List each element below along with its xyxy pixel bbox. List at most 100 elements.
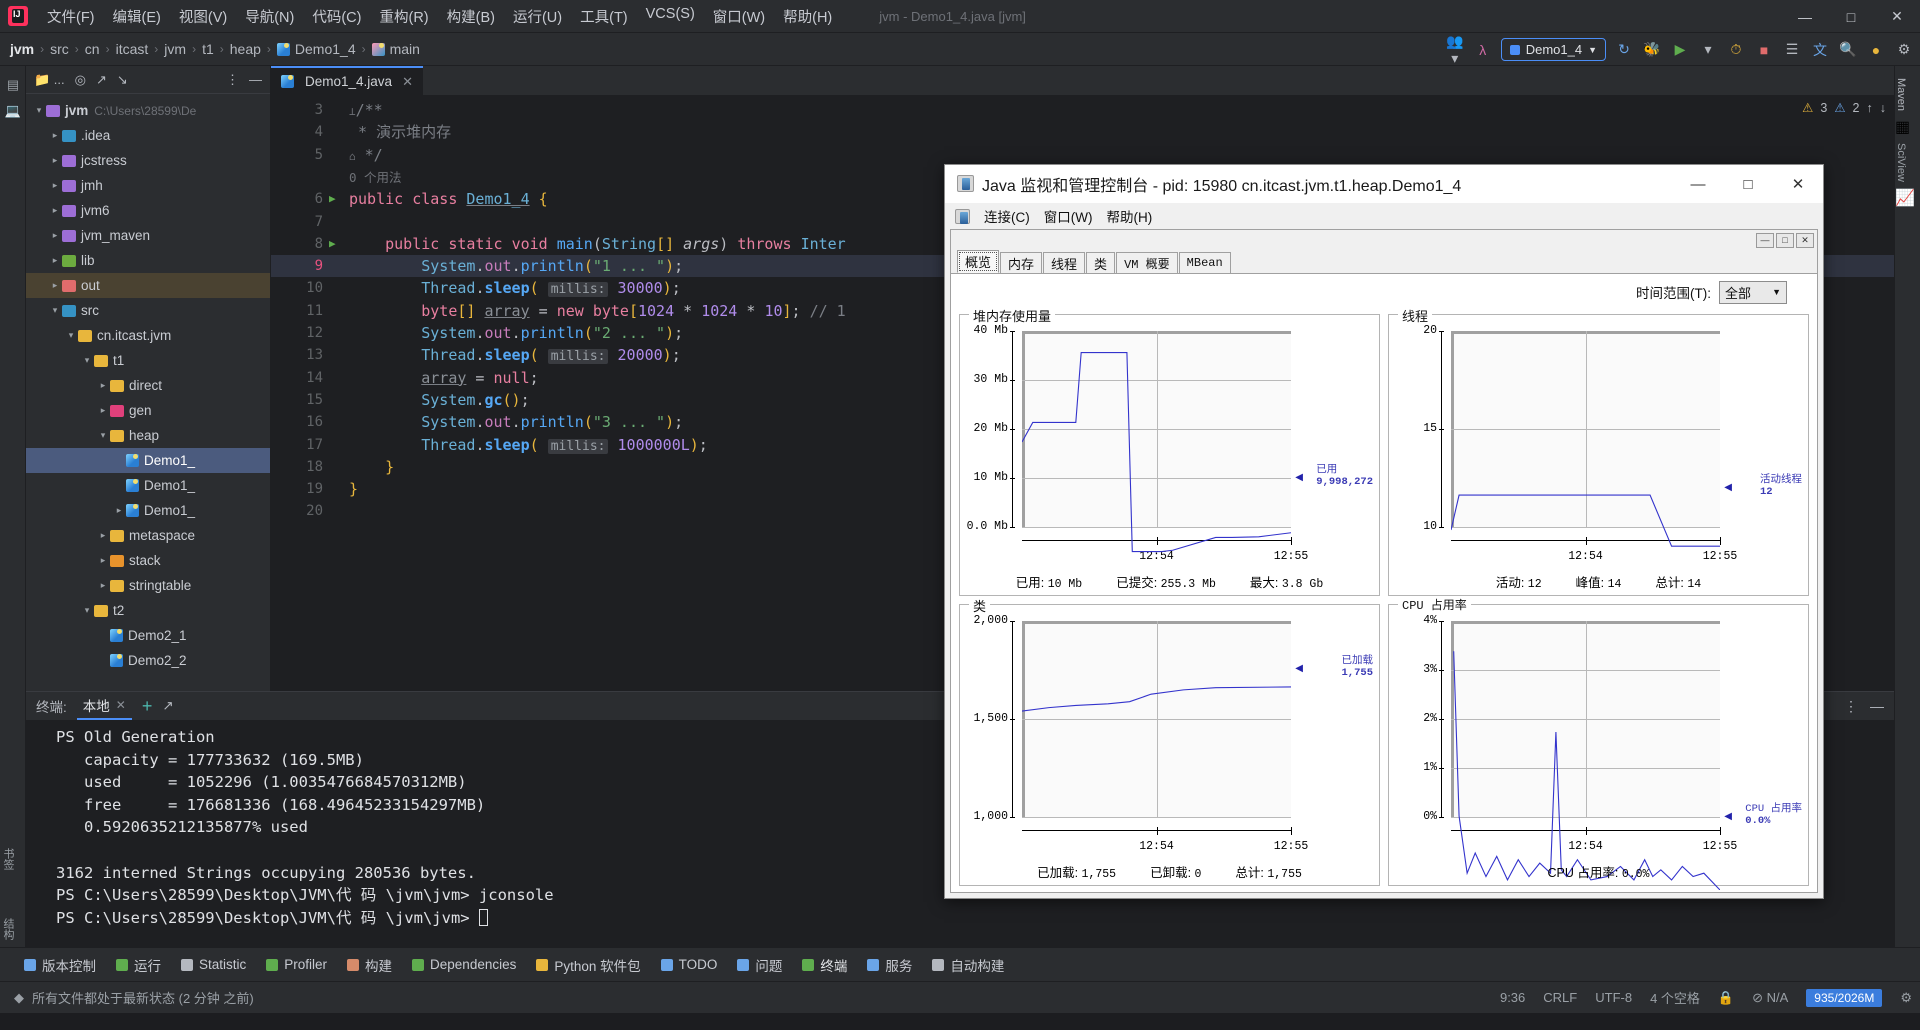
terminal-options-icon[interactable]: ⋮ <box>1844 698 1858 715</box>
new-terminal-icon[interactable]: + <box>142 696 153 717</box>
menu-item-10[interactable]: 窗口(W) <box>704 3 774 30</box>
tool-strip-版本控制[interactable]: 版本控制 <box>24 955 96 975</box>
chevron-right-icon[interactable]: ▸ <box>96 380 110 391</box>
jconsole-menu-window[interactable]: 窗口(W) <box>1044 206 1093 226</box>
tree-item-cn-itcast-jvm[interactable]: ▾ cn.itcast.jvm <box>26 323 270 348</box>
chevron-right-icon[interactable]: ▸ <box>48 155 62 166</box>
chevron-right-icon[interactable]: ▸ <box>96 580 110 591</box>
fold-icon[interactable]: ⊥ <box>349 105 356 118</box>
tree-item-gen[interactable]: ▸ gen <box>26 398 270 423</box>
tree-item-jcstress[interactable]: ▸ jcstress <box>26 148 270 173</box>
run-configuration-selector[interactable]: Demo1_4 ▼ <box>1500 38 1606 61</box>
chevron-down-icon[interactable]: ▾ <box>80 605 94 616</box>
menu-item-4[interactable]: 代码(C) <box>303 3 370 30</box>
chevron-down-icon[interactable]: ▾ <box>48 305 62 316</box>
tool-strip-Profiler[interactable]: Profiler <box>266 957 327 972</box>
stop-icon[interactable]: ■ <box>1754 42 1774 58</box>
tree-item-jvm[interactable]: ▾ jvm C:\Users\28599\De <box>26 98 270 123</box>
terminal-tab-local[interactable]: 本地 ✕ <box>76 692 132 720</box>
tool-strip-TODO[interactable]: TODO <box>660 957 717 972</box>
jconsole-menu-help[interactable]: 帮助(H) <box>1106 206 1152 226</box>
code-line-3[interactable]: 3 ⊥/** <box>271 99 1894 121</box>
code-line-4[interactable]: 4 * 演示堆内存 <box>271 121 1894 143</box>
fold-icon[interactable]: ⌂ <box>349 150 356 163</box>
tree-item-demo1_[interactable]: Demo1_ <box>26 473 270 498</box>
target-icon[interactable]: ◎ <box>75 72 86 88</box>
tree-item-heap[interactable]: ▾ heap <box>26 423 270 448</box>
translate-icon[interactable]: 文 <box>1810 40 1830 60</box>
sciview-label[interactable]: SciView <box>1895 137 1907 188</box>
hide-panel-icon[interactable]: — <box>249 72 262 87</box>
bookmarks-label[interactable]: 书签 <box>0 842 16 876</box>
menu-item-2[interactable]: 视图(V) <box>170 3 236 30</box>
close-tab-icon[interactable]: ✕ <box>402 74 413 90</box>
breadcrumb-item-jvm[interactable]: jvm <box>164 41 186 57</box>
internal-close-button[interactable]: ✕ <box>1796 232 1814 248</box>
close-terminal-tab-icon[interactable]: ✕ <box>116 698 126 712</box>
settings-icon[interactable]: ⚙ <box>1894 41 1914 58</box>
jconsole-minimize-button[interactable]: — <box>1673 165 1723 203</box>
tree-item-demo1_[interactable]: Demo1_ <box>26 448 270 473</box>
jconsole-tab-MBean[interactable]: MBean <box>1178 252 1231 273</box>
tool-strip-Python 软件包[interactable]: Python 软件包 <box>536 955 641 975</box>
menu-item-7[interactable]: 运行(U) <box>504 3 571 30</box>
close-button[interactable]: ✕ <box>1874 0 1920 33</box>
jconsole-tab-VM 概要[interactable]: VM 概要 <box>1116 252 1178 273</box>
file-encoding[interactable]: UTF-8 <box>1595 990 1632 1005</box>
jconsole-tab-概览[interactable]: 概览 <box>957 250 1000 273</box>
chevron-right-icon[interactable]: ▸ <box>48 130 62 141</box>
maven-tool-label[interactable]: Maven <box>1895 72 1907 117</box>
tool-strip-Statistic[interactable]: Statistic <box>181 957 246 972</box>
lambda-icon[interactable]: λ <box>1473 42 1493 58</box>
internal-minimize-button[interactable]: — <box>1756 232 1774 248</box>
breadcrumb-item-heap[interactable]: heap <box>230 41 261 57</box>
project-select-icon[interactable]: 📁 ... <box>34 72 65 88</box>
time-range-select[interactable]: 全部 ▼ <box>1719 280 1787 304</box>
minimize-button[interactable]: — <box>1782 0 1828 33</box>
menu-item-6[interactable]: 构建(B) <box>438 3 504 30</box>
tree-item-stack[interactable]: ▸ stack <box>26 548 270 573</box>
commit-tool-icon[interactable]: 💻 <box>0 98 26 124</box>
menu-item-9[interactable]: VCS(S) <box>637 3 704 30</box>
tree-item-jvm6[interactable]: ▸ jvm6 <box>26 198 270 223</box>
expand-terminal-icon[interactable]: ↗ <box>162 698 173 714</box>
tree-item--idea[interactable]: ▸ .idea <box>26 123 270 148</box>
chevron-right-icon[interactable]: ▸ <box>48 280 62 291</box>
more-run-icon[interactable]: ▾ <box>1698 41 1718 58</box>
breadcrumb-item-cn[interactable]: cn <box>85 41 100 57</box>
breadcrumb-item-Demo1_4[interactable]: Demo1_4 <box>276 41 356 57</box>
jconsole-tab-线程[interactable]: 线程 <box>1043 252 1086 273</box>
tree-item-demo1_[interactable]: ▸ Demo1_ <box>26 498 270 523</box>
collapse-icon[interactable]: ↘ <box>117 72 128 88</box>
jconsole-menu-connect[interactable]: 连接(C) <box>984 206 1030 226</box>
git-branch[interactable]: ⊘ N/A <box>1752 990 1788 1006</box>
tree-item-direct[interactable]: ▸ direct <box>26 373 270 398</box>
memory-indicator[interactable]: 935/2026M <box>1806 988 1883 1007</box>
jconsole-tab-类[interactable]: 类 <box>1086 252 1116 273</box>
database-icon[interactable]: ▦ <box>1895 117 1920 137</box>
tree-item-jmh[interactable]: ▸ jmh <box>26 173 270 198</box>
chevron-right-icon[interactable]: ▸ <box>48 230 62 241</box>
tree-item-out[interactable]: ▸ out <box>26 273 270 298</box>
chevron-right-icon[interactable]: ▸ <box>96 530 110 541</box>
project-tool-icon[interactable]: ▤ <box>0 72 26 98</box>
line-separator[interactable]: CRLF <box>1543 990 1577 1005</box>
tree-item-metaspace[interactable]: ▸ metaspace <box>26 523 270 548</box>
chevron-down-icon[interactable]: ▾ <box>32 105 46 116</box>
jconsole-close-button[interactable]: ✕ <box>1773 165 1823 203</box>
structure-label[interactable]: 结构 <box>0 912 16 946</box>
menu-item-3[interactable]: 导航(N) <box>236 3 303 30</box>
debug-icon[interactable]: 🐝 <box>1642 41 1662 58</box>
chevron-right-icon[interactable]: ▸ <box>96 555 110 566</box>
menu-item-11[interactable]: 帮助(H) <box>774 3 841 30</box>
tree-item-jvm_maven[interactable]: ▸ jvm_maven <box>26 223 270 248</box>
indent-setting[interactable]: 4 个空格 <box>1650 988 1700 1007</box>
tool-strip-运行[interactable]: 运行 <box>116 955 161 975</box>
tool-strip-构建[interactable]: 构建 <box>347 955 392 975</box>
chevron-down-icon[interactable]: ▾ <box>96 430 110 441</box>
chevron-down-icon[interactable]: ▾ <box>80 355 94 366</box>
chevron-right-icon[interactable]: ▸ <box>48 255 62 266</box>
run-gutter-icon[interactable]: ▶ <box>329 233 336 255</box>
tree-item-t1[interactable]: ▾ t1 <box>26 348 270 373</box>
tool-strip-Dependencies[interactable]: Dependencies <box>412 957 516 972</box>
